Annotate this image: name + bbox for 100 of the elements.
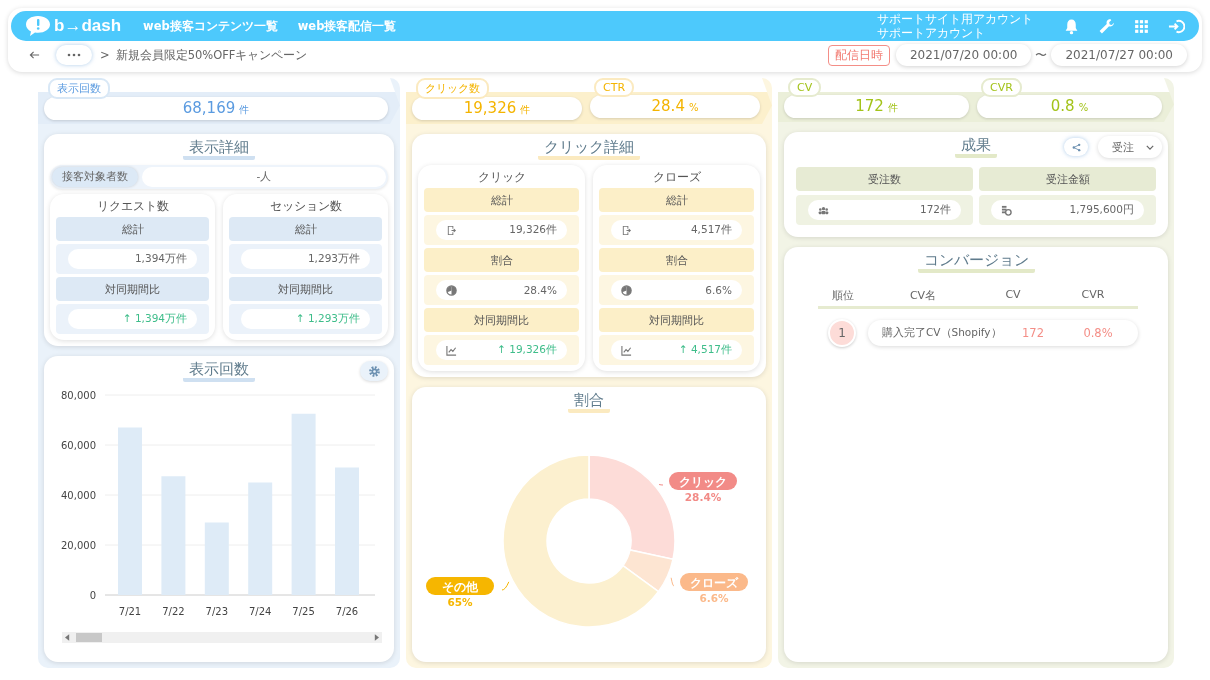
target-value: -人 [142,167,386,187]
panel-title: 割合 [568,391,610,413]
metric-unit: 件 [520,103,531,117]
share-button[interactable] [1064,138,1088,156]
slice-value: 65% [447,596,473,608]
row-value: ↑ 1,293万件 [295,312,360,326]
row-header: 総計 [424,188,579,212]
slice-label: クリック [679,474,727,489]
back-arrow-icon[interactable] [29,50,40,60]
right-arrow-icon[interactable] [374,634,379,641]
column-header: CVR [1080,288,1106,303]
metric-value: 68,169 [182,98,236,119]
scrollbar-thumb[interactable] [76,633,102,642]
filter-dropdown[interactable]: 受注 [1098,136,1162,158]
y-axis-label: 0 [89,590,96,601]
y-axis-label: 20,000 [61,540,96,551]
more-button[interactable] [56,45,92,65]
x-axis-label: 7/24 [248,606,272,617]
row-header: 割合 [424,248,579,272]
row-header: 対同期間比 [56,277,209,301]
exit-icon [621,224,632,236]
row-header: 対同期間比 [229,277,382,301]
metric-value: 19,326 [463,98,517,119]
settings-button[interactable] [360,361,388,381]
period-label: 配信日時 [827,44,890,66]
speech-bubble-icon [25,15,51,37]
x-axis-label: 7/26 [335,606,359,617]
metric-unit: % [1078,101,1089,115]
logo-text: b→dash [54,16,122,36]
leader-line [670,577,675,587]
row-header: 総計 [229,217,382,241]
slice-label: クローズ [690,575,739,590]
column-header: 順位 [831,288,855,303]
column-header: CV名 [908,288,938,303]
metric-label: CTR [594,78,635,97]
exit-icon [446,224,457,236]
card-title: クローズ [651,169,702,185]
account-name: サポートサイト用アカウント [877,12,1033,26]
coins-icon [1001,204,1012,216]
pie-icon [621,284,632,296]
x-axis-label: 7/22 [162,606,185,617]
metric-label: クリック数 [416,78,489,99]
row-value: 172件 [919,203,951,217]
slice-label: クリック [669,472,737,490]
metric-label: CVR [981,78,1022,97]
metric-value: 0.8 [1050,96,1075,117]
card-title: リクエスト数 [95,198,170,214]
more-icon [66,53,82,57]
card-title: セッション数 [268,198,343,214]
table-cell-text: 購入完了CV（Shopify） [882,326,1003,340]
row-header: 受注数 [796,167,973,191]
metric-value: 172 [855,96,884,117]
grid-icon[interactable] [1133,17,1150,35]
panel-title: 表示回数 [183,360,255,382]
row-header: 対同期間比 [424,308,579,332]
people-icon [818,204,829,216]
table-cell-text: 172 [1021,326,1045,340]
slice-value: 6.6% [699,592,729,604]
row-value: 6.6% [705,284,732,296]
metric-value: 28.4 [651,96,685,117]
breadcrumb-current: 新規会員限定50%OFFキャンペーン [115,47,308,63]
x-axis-label: 7/25 [292,606,315,617]
panel-title: 表示詳細 [183,138,255,160]
row-value: 1,394万件 [134,252,187,266]
metric-label: CV [788,78,822,97]
row-value: ↑ 1,394万件 [122,312,187,326]
row-header: 対同期間比 [599,308,754,332]
x-axis-label: 7/23 [205,606,229,617]
slice-label: クローズ [680,573,748,591]
pie-icon [446,284,457,296]
horizontal-scrollbar[interactable] [62,632,382,643]
panel-title: クリック詳細 [538,138,640,160]
start-date-field[interactable]: 2021/07/20 00:00 [895,44,1032,66]
sign-in-icon[interactable] [1168,17,1185,35]
end-date-field[interactable]: 2021/07/27 00:00 [1051,44,1187,66]
panel-title: コンバージョン [917,251,1035,273]
metric-unit: 件 [239,103,250,117]
left-arrow-icon[interactable] [65,634,70,641]
bell-icon[interactable] [1063,17,1080,35]
account-name: サポートアカウント [877,26,986,40]
row-header: 総計 [599,188,754,212]
row-header: 受注金額 [979,167,1156,191]
breadcrumb-separator: > [100,48,110,62]
row-header: 総計 [56,217,209,241]
panel-title: 成果 [955,136,997,158]
metric-unit: % [688,101,699,115]
wrench-icon[interactable] [1098,17,1115,35]
table-cell-text: 0.8% [1082,326,1114,340]
chevron-down-icon [1146,144,1154,150]
share-icon [1071,142,1081,152]
column-header: CV [1004,288,1022,303]
row-value: 19,326件 [509,223,557,237]
line-chart-icon [621,344,632,356]
target-label: 接客対象者数 [52,167,138,187]
slice-value: 28.4% [684,491,722,503]
line-chart-icon [446,344,457,356]
card-title: クリック [476,169,527,185]
leader-line [501,581,510,591]
row-value: 1,795,600円 [1069,203,1134,217]
y-axis-label: 60,000 [61,440,96,451]
